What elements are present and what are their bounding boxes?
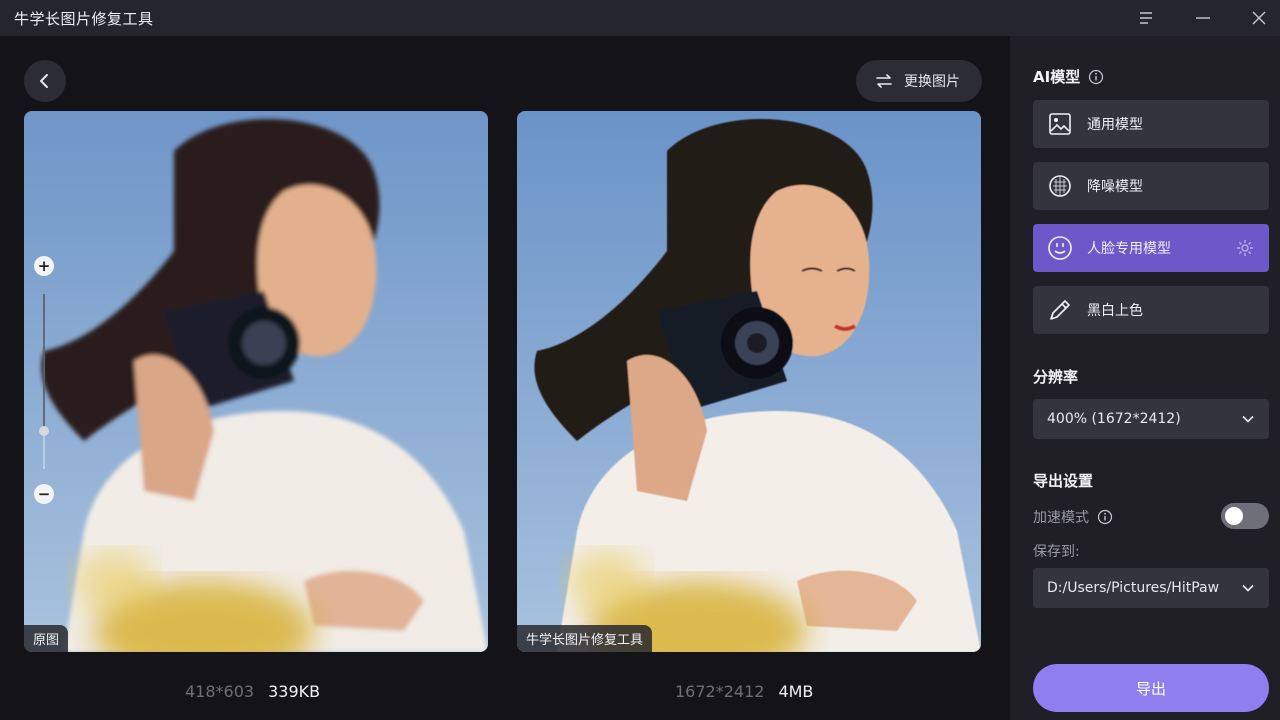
enhanced-file-size: 4MB [778,682,814,701]
model-face-button[interactable]: 人脸专用模型 [1033,224,1269,272]
replace-image-label: 更换图片 [904,74,960,90]
back-button[interactable] [24,60,66,102]
model-colorize-label: 黑白上色 [1087,303,1143,319]
plus-icon: + [37,256,51,275]
face-icon [1048,236,1072,260]
accelerate-mode-toggle[interactable] [1221,503,1269,529]
save-to-label: 保存到: [1033,544,1080,560]
export-button[interactable]: 导出 [1033,664,1269,712]
resolution-value: 400% (1672*2412) [1047,411,1181,427]
save-path-dropdown[interactable]: D:/Users/Pictures/HitPaw [1033,568,1269,608]
minus-icon: − [37,484,51,503]
close-icon[interactable] [1247,6,1271,30]
gear-icon[interactable] [1235,238,1255,258]
settings-sidebar: AI模型 通用模型 降噪模型 人脸专用模型 黑白上色 分辨率 400% (167… [1010,36,1280,720]
zoom-in-button[interactable]: + [34,256,54,276]
model-colorize-button[interactable]: 黑白上色 [1033,286,1269,334]
zoom-slider-handle[interactable] [39,425,49,436]
menu-icon[interactable] [1134,6,1158,30]
enhanced-image-info: 1672*2412 4MB [675,682,813,701]
save-path-value: D:/Users/Pictures/HitPaw [1047,580,1220,596]
info-icon[interactable] [1088,69,1104,85]
info-icon[interactable] [1097,509,1113,525]
resolution-section-title: 分辨率 [1033,368,1079,386]
enhanced-dimensions: 1672*2412 [675,682,765,701]
original-dimensions: 418*603 [185,682,255,701]
app-title: 牛学长图片修复工具 [14,10,154,28]
original-photo [24,111,488,652]
toggle-knob [1225,507,1243,525]
original-image-panel[interactable]: 原图 [24,111,488,652]
preview-area: 更换图片 原图 + − 牛学长图片修复工具 418*603 339KB 1672… [0,36,1010,720]
zoom-slider-fill [43,294,45,431]
enhanced-photo [517,111,981,652]
original-image-info: 418*603 339KB [185,682,320,701]
minimize-icon[interactable] [1191,6,1215,30]
chevron-left-icon [40,74,48,88]
accelerate-mode-label: 加速模式 [1033,507,1113,527]
original-file-size: 339KB [268,682,321,701]
replace-image-button[interactable]: 更换图片 [856,60,982,102]
ai-model-title: AI模型 [1033,68,1081,86]
accelerate-mode-text: 加速模式 [1033,510,1089,526]
title-bar: 牛学长图片修复工具 [0,0,1280,36]
model-denoise-label: 降噪模型 [1087,179,1143,195]
zoom-out-button[interactable]: − [34,484,54,504]
denoise-icon [1049,175,1071,197]
model-denoise-button[interactable]: 降噪模型 [1033,162,1269,210]
app-window: 牛学长图片修复工具 更换图片 原图 + − 牛学长图片修复工具 418*603 … [0,0,1280,720]
model-general-button[interactable]: 通用模型 [1033,100,1269,148]
model-face-label: 人脸专用模型 [1087,241,1171,257]
export-button-label: 导出 [1135,679,1166,698]
ai-model-section-title: AI模型 [1033,66,1104,87]
swap-icon [876,74,892,88]
export-settings-section-title: 导出设置 [1033,472,1094,490]
enhanced-image-panel[interactable]: 牛学长图片修复工具 [517,111,981,652]
chevron-down-icon [1242,584,1254,592]
image-icon [1049,113,1071,135]
zoom-control: + − [34,256,54,506]
colorize-icon [1050,300,1070,320]
zoom-slider-track[interactable] [43,294,45,469]
chevron-down-icon [1242,415,1254,423]
original-image-tag: 原图 [24,625,69,652]
model-general-label: 通用模型 [1087,117,1143,133]
resolution-dropdown[interactable]: 400% (1672*2412) [1033,399,1269,439]
enhanced-image-tag: 牛学长图片修复工具 [517,625,653,652]
